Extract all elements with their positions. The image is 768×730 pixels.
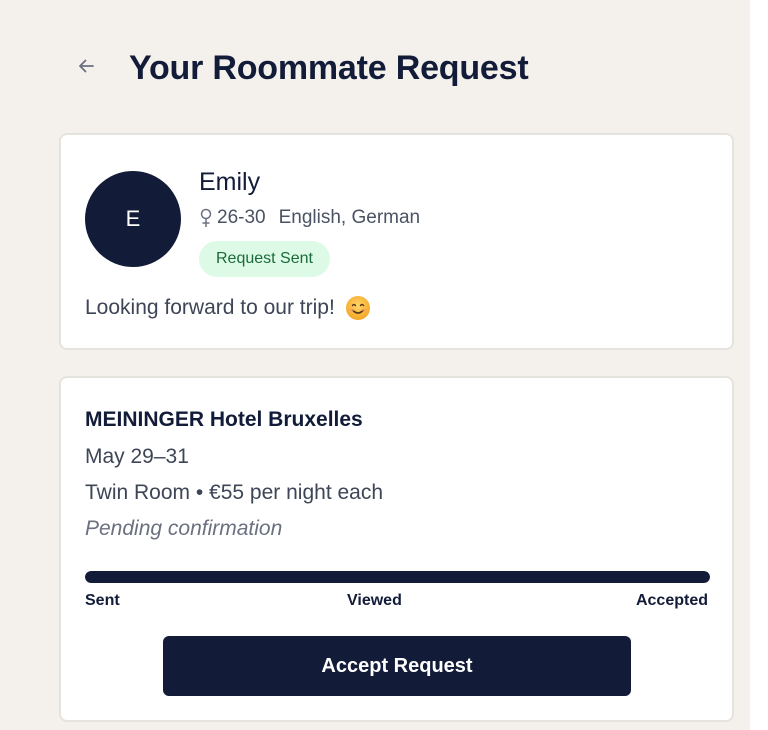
page-title: Your Roommate Request [129, 48, 529, 87]
avatar: E [85, 171, 181, 267]
page: Your Roommate Request E Emily 26-30 Engl… [0, 0, 768, 730]
profile-meta: 26-30 English, German [199, 207, 420, 229]
step-accepted: Accepted [635, 592, 708, 609]
hotel-name: MEININGER Hotel Bruxelles [85, 408, 363, 431]
step-sent: Sent [85, 592, 120, 609]
back-button[interactable] [60, 41, 114, 95]
languages: English, German [278, 207, 421, 228]
female-icon [199, 208, 213, 228]
age-range: 26-30 [217, 207, 266, 228]
progress-fill [85, 571, 710, 583]
request-progress-bar [85, 571, 710, 583]
message-text: Looking forward to our trip! [85, 296, 335, 319]
status-badge: Request Sent [199, 241, 330, 277]
arrow-left-icon [76, 56, 96, 81]
booking-card: MEININGER Hotel Bruxelles May 29–31 Twin… [59, 376, 734, 722]
booking-status: Pending confirmation [85, 517, 283, 540]
smiling-face-icon [345, 295, 371, 321]
profile-card: E Emily 26-30 English, German Request Se… [59, 133, 734, 350]
room-details: Twin Room • €55 per night each [85, 481, 384, 504]
right-edge-panel [750, 0, 768, 730]
accept-request-button[interactable]: Accept Request [163, 636, 631, 696]
page-header: Your Roommate Request [60, 38, 529, 98]
step-viewed: Viewed [347, 592, 402, 609]
profile-name: Emily [199, 168, 261, 196]
profile-message: Looking forward to our trip! [85, 295, 371, 321]
booking-dates: May 29–31 [85, 445, 189, 468]
